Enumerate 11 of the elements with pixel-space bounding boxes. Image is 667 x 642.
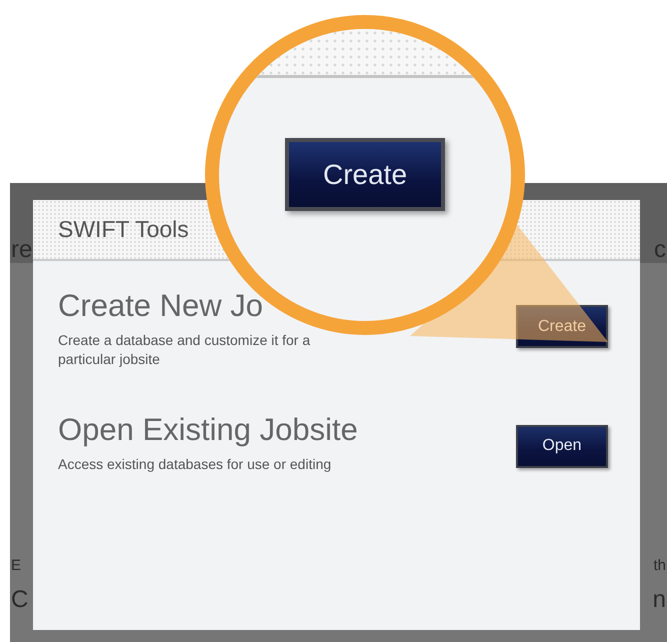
background-text: C: [11, 588, 28, 612]
option-title: Create New Jo: [58, 289, 264, 324]
dialog-title: SWIFT Tools: [58, 216, 189, 243]
option-title: Open Existing Jobsite: [58, 412, 359, 447]
zoomed-create-button[interactable]: Create: [285, 138, 445, 211]
action-button[interactable]: Open: [516, 424, 608, 468]
background-text: E: [11, 558, 22, 573]
background-text: th: [653, 558, 666, 573]
option-description: Access existing databases for use or editing: [58, 454, 332, 474]
option-description: Create a database and customize it for a particular jobsite: [58, 331, 312, 369]
background-text: n: [652, 588, 666, 612]
